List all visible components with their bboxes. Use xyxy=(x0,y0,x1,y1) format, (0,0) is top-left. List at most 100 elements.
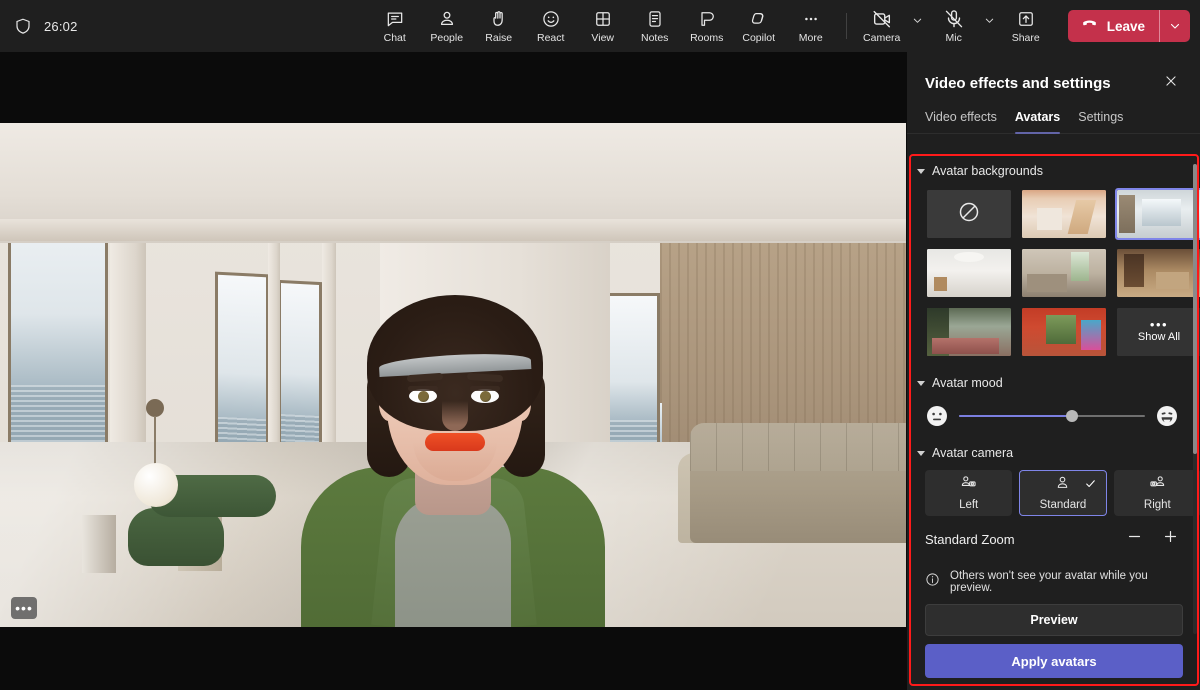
minus-icon xyxy=(1126,528,1143,550)
camera-standard-icon xyxy=(1053,475,1072,497)
meeting-toolbar: 26:02 Chat People xyxy=(0,0,1200,52)
background-option-wood-loft[interactable] xyxy=(1020,188,1108,240)
share-arrow-icon xyxy=(1016,9,1036,30)
toolbar-left-group: 26:02 xyxy=(0,17,369,35)
avatar-mood-section-header[interactable]: Avatar mood xyxy=(907,358,1200,398)
view-button[interactable]: View xyxy=(577,3,629,49)
panel-content: Avatar backgrounds xyxy=(907,156,1200,684)
avatar-backgrounds-section-header[interactable]: Avatar backgrounds xyxy=(907,156,1200,186)
preview-button[interactable]: Preview xyxy=(925,604,1183,636)
tab-avatars[interactable]: Avatars xyxy=(1015,110,1060,133)
more-ellipsis-icon xyxy=(801,9,821,30)
rooms-button[interactable]: Rooms xyxy=(681,3,733,49)
video-effects-panel: Video effects and settings Video effects… xyxy=(906,52,1200,690)
preview-info-row: Others won't see your avatar while you p… xyxy=(907,554,1200,602)
react-label: React xyxy=(537,33,564,44)
plus-icon xyxy=(1162,528,1179,550)
mic-button[interactable]: Mic xyxy=(928,3,980,49)
happy-face-icon xyxy=(1155,404,1179,428)
toolbar-divider xyxy=(846,13,847,39)
notes-icon xyxy=(645,9,665,30)
video-stage: ••• xyxy=(0,52,906,690)
panel-tabs: Video effects Avatars Settings xyxy=(907,96,1200,134)
background-option-garden-patio[interactable] xyxy=(925,306,1013,358)
panel-header: Video effects and settings xyxy=(907,52,1200,96)
leave-label: Leave xyxy=(1107,19,1145,34)
background-option-none[interactable] xyxy=(925,188,1013,240)
people-label: People xyxy=(430,33,463,44)
mic-options-caret[interactable] xyxy=(980,3,1000,49)
slider-thumb[interactable] xyxy=(1066,410,1078,422)
panel-title: Video effects and settings xyxy=(925,75,1111,92)
check-icon xyxy=(1084,477,1097,495)
copilot-icon xyxy=(749,9,769,30)
show-all-backgrounds-button[interactable]: ••• Show All xyxy=(1115,306,1200,358)
hangup-icon xyxy=(1080,14,1099,38)
people-button[interactable]: People xyxy=(421,3,473,49)
background-option-white-gallery[interactable] xyxy=(925,247,1013,299)
meeting-timer: 26:02 xyxy=(44,19,78,34)
copilot-label: Copilot xyxy=(742,33,775,44)
background-option-warm-dining[interactable] xyxy=(1115,247,1200,299)
view-label: View xyxy=(591,33,614,44)
mic-label: Mic xyxy=(946,33,962,44)
chat-button[interactable]: Chat xyxy=(369,3,421,49)
leave-options-caret[interactable] xyxy=(1160,10,1190,42)
teams-meeting-window: 26:02 Chat People xyxy=(0,0,1200,690)
avatar-camera-section-header[interactable]: Avatar camera xyxy=(907,434,1200,468)
notes-label: Notes xyxy=(641,33,668,44)
camera-option-right[interactable]: Right xyxy=(1114,470,1200,516)
close-panel-button[interactable] xyxy=(1158,70,1184,96)
tab-settings[interactable]: Settings xyxy=(1078,110,1123,133)
avatar-camera-options: Left Standard xyxy=(907,468,1200,516)
shield-icon xyxy=(14,17,32,35)
share-label: Share xyxy=(1012,33,1040,44)
avatar-camera-label: Avatar camera xyxy=(932,446,1013,460)
raise-hand-button[interactable]: Raise xyxy=(473,3,525,49)
preview-info-text: Others won't see your avatar while you p… xyxy=(950,570,1185,594)
people-icon xyxy=(437,9,457,30)
avatar-mood-label: Avatar mood xyxy=(932,376,1003,390)
avatar-mood-slider[interactable] xyxy=(959,407,1145,425)
more-button[interactable]: More xyxy=(785,3,837,49)
chevron-down-icon xyxy=(917,381,925,386)
zoom-in-button[interactable] xyxy=(1159,528,1181,550)
chat-label: Chat xyxy=(384,33,406,44)
camera-standard-label: Standard xyxy=(1040,499,1087,511)
camera-options-caret[interactable] xyxy=(908,3,928,49)
camera-option-left[interactable]: Left xyxy=(925,470,1012,516)
avatar-video-preview[interactable]: ••• xyxy=(0,123,906,627)
panel-scrollbar-thumb[interactable] xyxy=(1193,164,1197,454)
view-grid-icon xyxy=(593,9,613,30)
react-button[interactable]: React xyxy=(525,3,577,49)
leave-control-group: Leave xyxy=(1068,10,1190,42)
leave-button[interactable]: Leave xyxy=(1068,10,1159,42)
mic-control-group: Mic xyxy=(928,3,1000,49)
apply-avatars-button[interactable]: Apply avatars xyxy=(925,644,1183,678)
toolbar-center-group: Chat People Raise xyxy=(369,3,1200,49)
video-more-options-button[interactable]: ••• xyxy=(11,597,37,619)
background-option-grey-lounge[interactable] xyxy=(1020,247,1108,299)
camera-button[interactable]: Camera xyxy=(856,3,908,49)
background-option-ocean-office[interactable] xyxy=(1115,188,1200,240)
zoom-buttons xyxy=(1123,528,1181,550)
preview-button-label: Preview xyxy=(1030,613,1077,627)
avatar-zoom-control: Standard Zoom xyxy=(907,516,1200,554)
raise-label: Raise xyxy=(485,33,512,44)
tab-video-effects[interactable]: Video effects xyxy=(925,110,997,133)
zoom-label: Standard Zoom xyxy=(925,532,1015,547)
background-option-red-studio[interactable] xyxy=(1020,306,1108,358)
rooms-icon xyxy=(697,9,717,30)
more-label: More xyxy=(799,33,823,44)
neutral-face-icon xyxy=(925,404,949,428)
camera-option-standard[interactable]: Standard xyxy=(1019,470,1106,516)
camera-label: Camera xyxy=(863,33,900,44)
react-smiley-icon xyxy=(541,9,561,30)
share-button[interactable]: Share xyxy=(1000,3,1052,49)
show-all-label: Show All xyxy=(1138,331,1180,343)
camera-left-icon xyxy=(959,475,978,497)
zoom-out-button[interactable] xyxy=(1123,528,1145,550)
camera-control-group: Camera xyxy=(856,3,928,49)
notes-button[interactable]: Notes xyxy=(629,3,681,49)
copilot-button[interactable]: Copilot xyxy=(733,3,785,49)
